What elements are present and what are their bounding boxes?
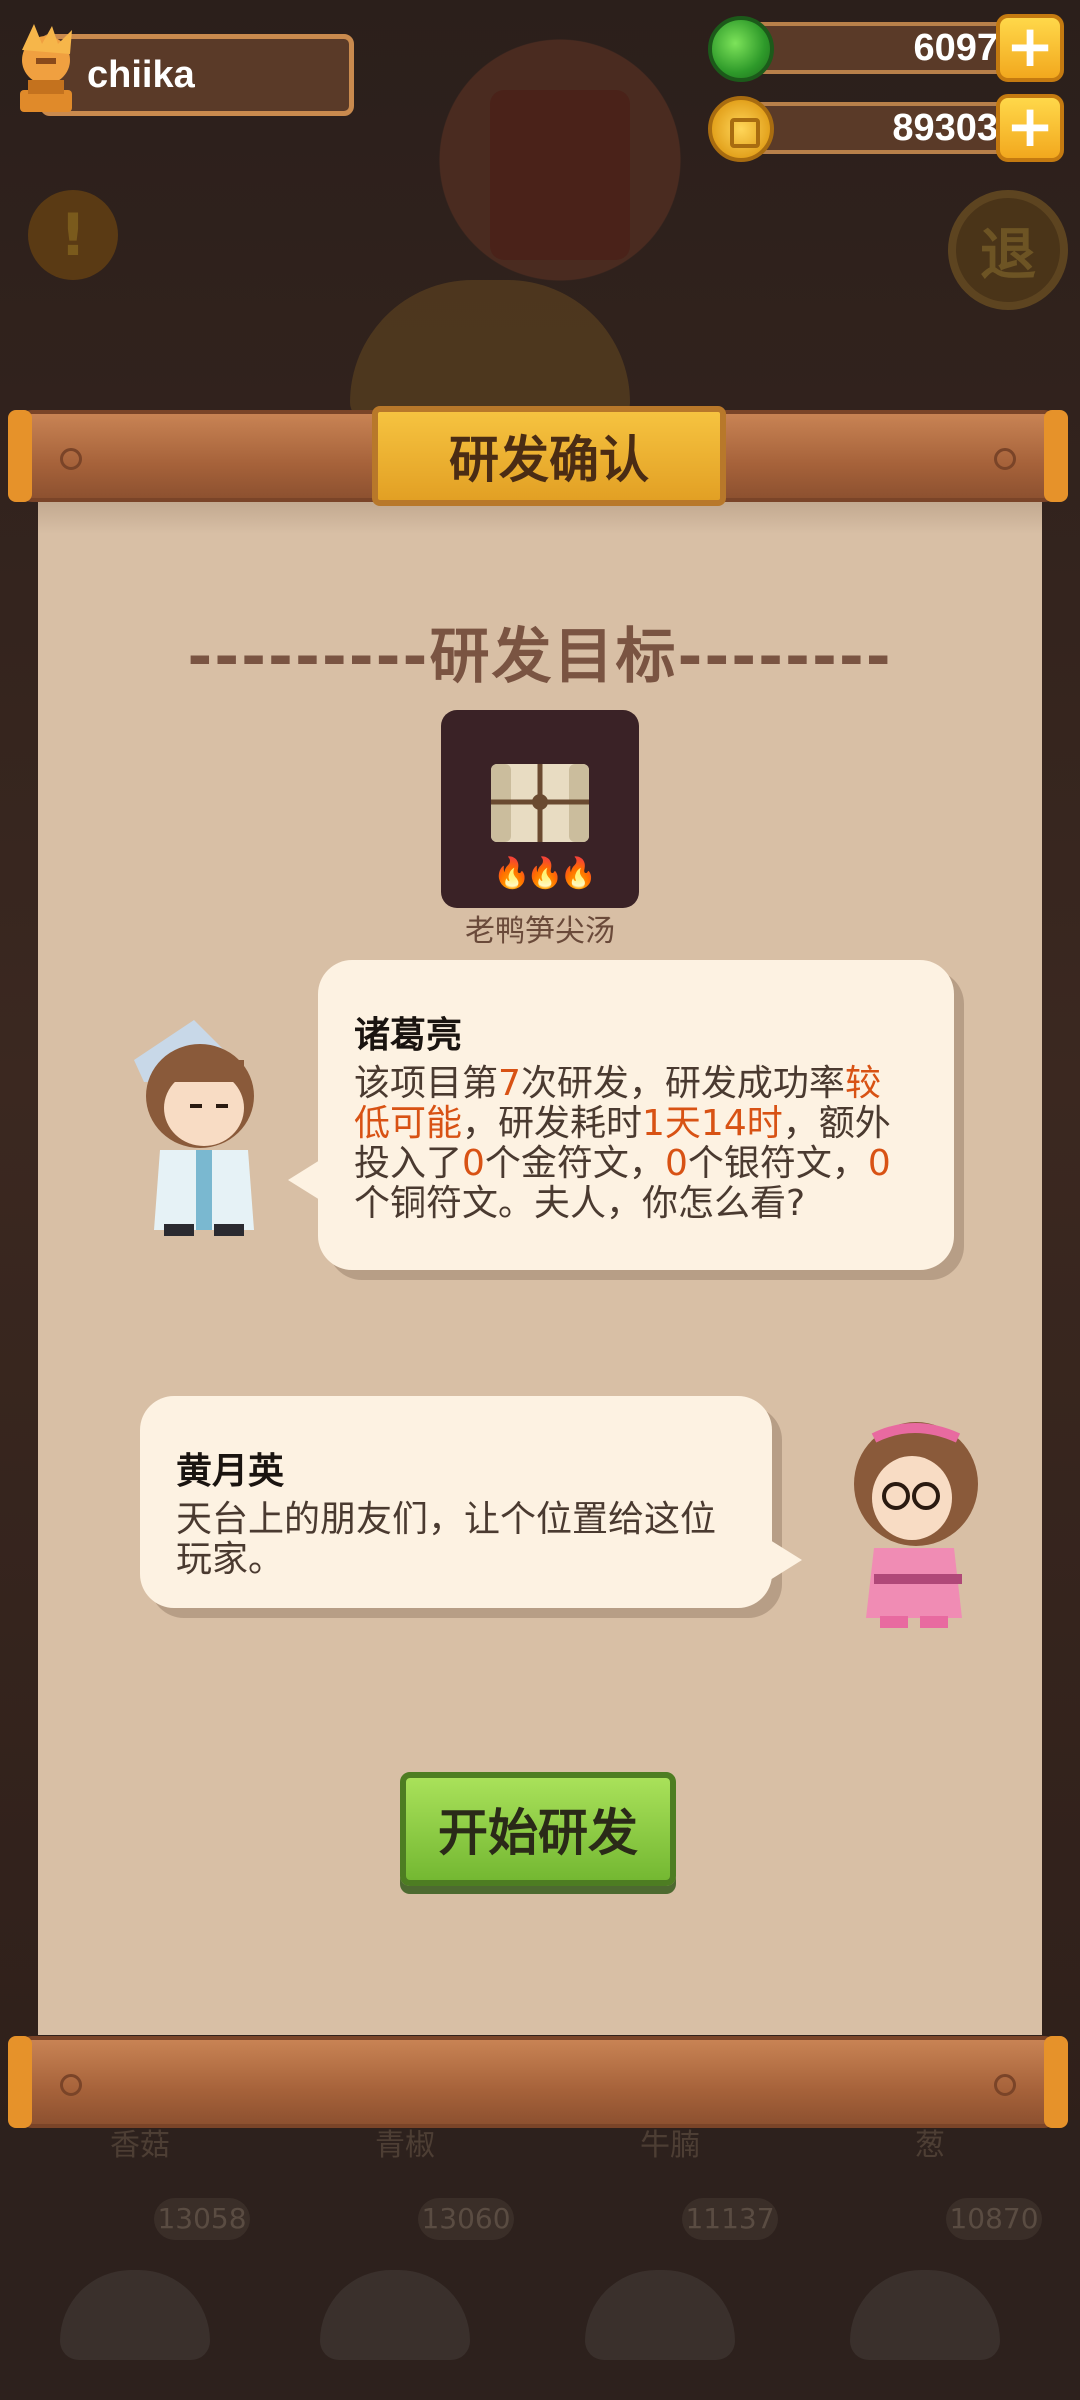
- message-text: ，研发耗时: [462, 1103, 643, 1144]
- wife-speech-bubble: 黄月英 天台上的朋友们，让个位置给这位玩家。: [140, 1396, 802, 1608]
- recipe-scroll-icon: [491, 764, 589, 842]
- ingredient-count: 10870: [946, 2198, 1042, 2240]
- ingredient-count: 11137: [682, 2198, 778, 2240]
- alert-icon: !: [28, 190, 118, 280]
- player-panel[interactable]: chiika: [40, 34, 354, 116]
- research-target-slot[interactable]: 🔥🔥🔥: [441, 710, 639, 908]
- message-text: 个铜符文。夫人，你怎么看?: [354, 1183, 806, 1224]
- message-text: 次研发，研发成功率: [520, 1063, 845, 1104]
- player-avatar-icon[interactable]: [6, 20, 86, 116]
- back-button: 退: [948, 190, 1068, 310]
- jade-resource: 6097 +: [708, 14, 1064, 82]
- dialog-title: 研发确认: [372, 406, 726, 506]
- message-text: 个金符文，: [484, 1143, 665, 1184]
- coin-count: 89303: [738, 102, 1038, 154]
- advisor-name: 诸葛亮: [354, 1015, 463, 1056]
- silver-rune-count: 0: [664, 1143, 688, 1184]
- target-item-name: 老鸭笋尖汤: [465, 914, 615, 949]
- section-heading: ---------研发目标--------: [187, 622, 893, 692]
- advisor-message: 该项目第7次研发，研发成功率较低可能，研发耗时1天14时，额外投入了0个金符文，…: [354, 1064, 916, 1224]
- zhuge-liang-character: [134, 1020, 254, 1236]
- message-text: 该项目第: [354, 1063, 499, 1104]
- copper-coin-icon: [708, 96, 774, 162]
- advisor-speech-bubble: 诸葛亮 该项目第7次研发，研发成功率较低可能，研发耗时1天14时，额外投入了0个…: [288, 960, 954, 1270]
- jade-orb-icon: [708, 16, 774, 82]
- coin-resource: 89303 +: [708, 94, 1064, 162]
- research-count: 7: [498, 1063, 521, 1104]
- bubble-tail: [288, 1160, 320, 1200]
- jade-count: 6097: [738, 22, 1038, 74]
- wife-name: 黄月英: [176, 1451, 285, 1492]
- add-coin-button[interactable]: +: [996, 94, 1064, 162]
- copper-rune-count: 0: [867, 1143, 891, 1184]
- wife-message: 天台上的朋友们，让个位置给这位玩家。: [176, 1499, 717, 1580]
- research-duration: 1天14时: [642, 1103, 783, 1144]
- message-text: 个银符文，: [687, 1143, 868, 1184]
- player-name: chiika: [87, 53, 195, 96]
- huang-yueying-character: [854, 1422, 978, 1628]
- scroll-rod-bottom: [8, 2036, 1068, 2128]
- start-research-button[interactable]: 开始研发: [400, 1772, 676, 1886]
- ingredient-count: 13060: [418, 2198, 514, 2240]
- difficulty-flames-icon: 🔥🔥🔥: [493, 856, 597, 891]
- bubble-tail: [770, 1540, 802, 1580]
- add-jade-button[interactable]: +: [996, 14, 1064, 82]
- gold-rune-count: 0: [462, 1143, 485, 1184]
- background-sign: [490, 90, 630, 260]
- ingredient-count: 13058: [154, 2198, 250, 2240]
